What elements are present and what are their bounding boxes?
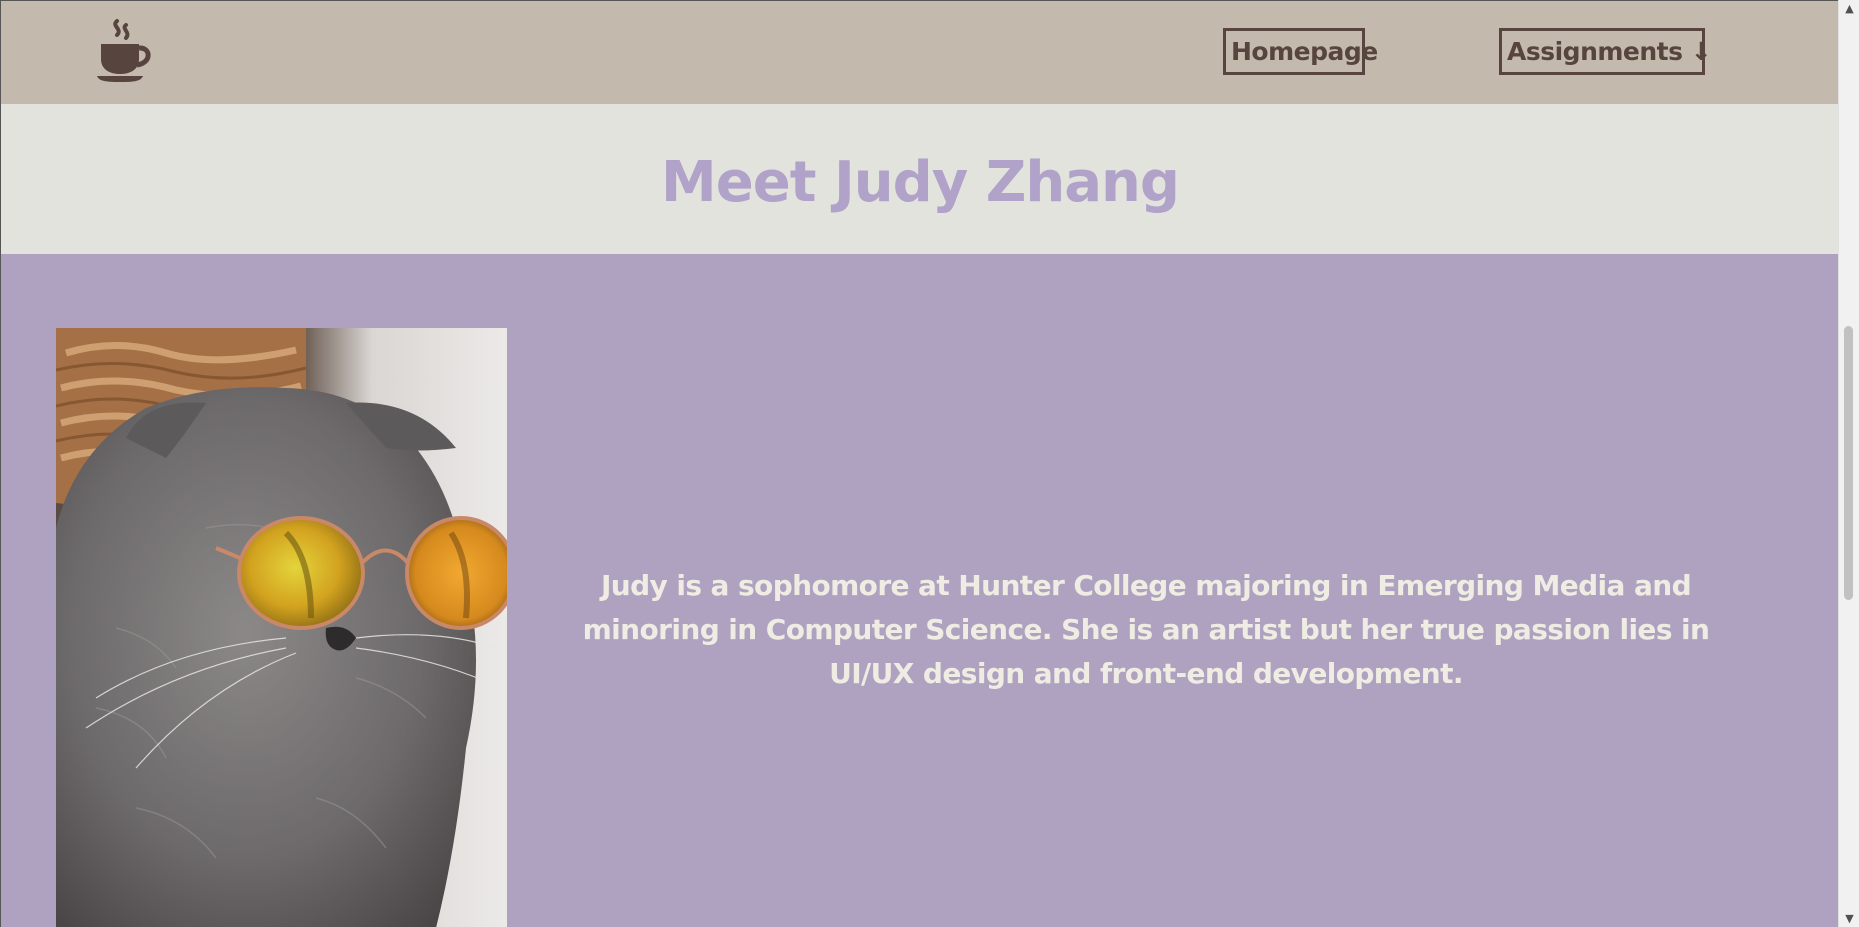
about-section: Judy is a sophomore at Hunter College ma…: [1, 254, 1838, 927]
page: Homepage Assignments ↓ Meet Judy Zhang J…: [0, 0, 1838, 927]
hero-section: Meet Judy Zhang: [1, 104, 1838, 254]
page-title: Meet Judy Zhang: [661, 150, 1180, 215]
vertical-scrollbar[interactable]: ▲ ▼: [1838, 0, 1859, 927]
bio-text: Judy is a sophomore at Hunter College ma…: [582, 569, 1710, 690]
assignments-dropdown-button[interactable]: Assignments ↓: [1499, 28, 1712, 75]
navbar: Homepage Assignments ↓: [1, 1, 1838, 104]
scrollbar-thumb[interactable]: [1844, 326, 1853, 600]
scroll-up-arrow-icon[interactable]: ▲: [1839, 0, 1859, 17]
homepage-link[interactable]: Homepage: [1223, 28, 1378, 75]
coffee-cup-icon[interactable]: [95, 17, 155, 83]
cat-with-sunglasses-photo: [56, 328, 507, 927]
scroll-down-arrow-icon[interactable]: ▼: [1839, 910, 1859, 927]
